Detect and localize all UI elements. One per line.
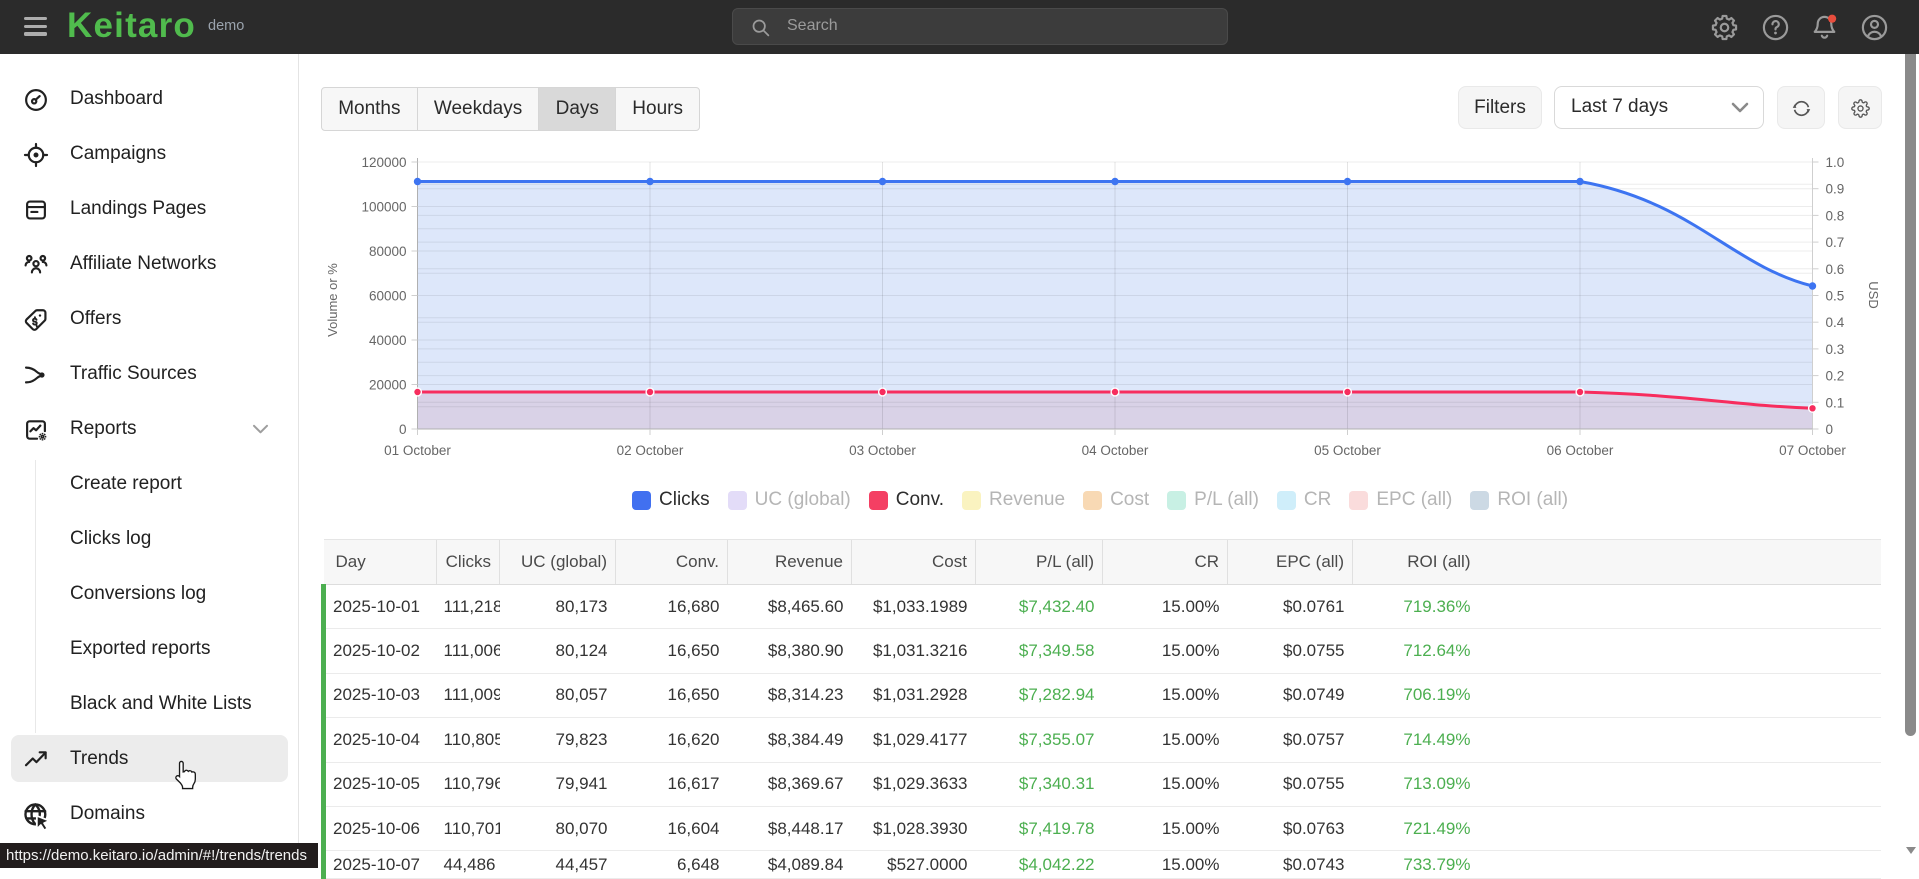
svg-text:1.0: 1.0	[1826, 155, 1845, 170]
svg-text:03 October: 03 October	[849, 443, 916, 458]
svg-text:0.7: 0.7	[1826, 235, 1845, 250]
svg-text:120000: 120000	[361, 155, 406, 170]
svg-text:04 October: 04 October	[1082, 443, 1149, 458]
svg-text:0.5: 0.5	[1826, 289, 1845, 304]
svg-text:0.4: 0.4	[1826, 315, 1845, 330]
svg-text:07 October: 07 October	[1779, 443, 1846, 458]
svg-text:0: 0	[1826, 422, 1834, 437]
svg-text:100000: 100000	[361, 200, 406, 215]
svg-text:USD: USD	[1866, 281, 1881, 308]
svg-text:0.8: 0.8	[1826, 208, 1845, 223]
svg-text:Volume or %: Volume or %	[325, 263, 340, 337]
svg-text:0.3: 0.3	[1826, 342, 1845, 357]
svg-text:05 October: 05 October	[1314, 443, 1381, 458]
svg-text:60000: 60000	[369, 289, 407, 304]
svg-text:0.6: 0.6	[1826, 262, 1845, 277]
svg-text:06 October: 06 October	[1547, 443, 1614, 458]
svg-text:0.1: 0.1	[1826, 395, 1845, 410]
svg-text:20000: 20000	[369, 378, 407, 393]
svg-text:0.2: 0.2	[1826, 369, 1845, 384]
svg-text:80000: 80000	[369, 244, 407, 259]
svg-text:02 October: 02 October	[617, 443, 684, 458]
svg-text:40000: 40000	[369, 333, 407, 348]
svg-text:0: 0	[399, 422, 407, 437]
svg-text:0.9: 0.9	[1826, 182, 1845, 197]
svg-text:01 October: 01 October	[384, 443, 451, 458]
